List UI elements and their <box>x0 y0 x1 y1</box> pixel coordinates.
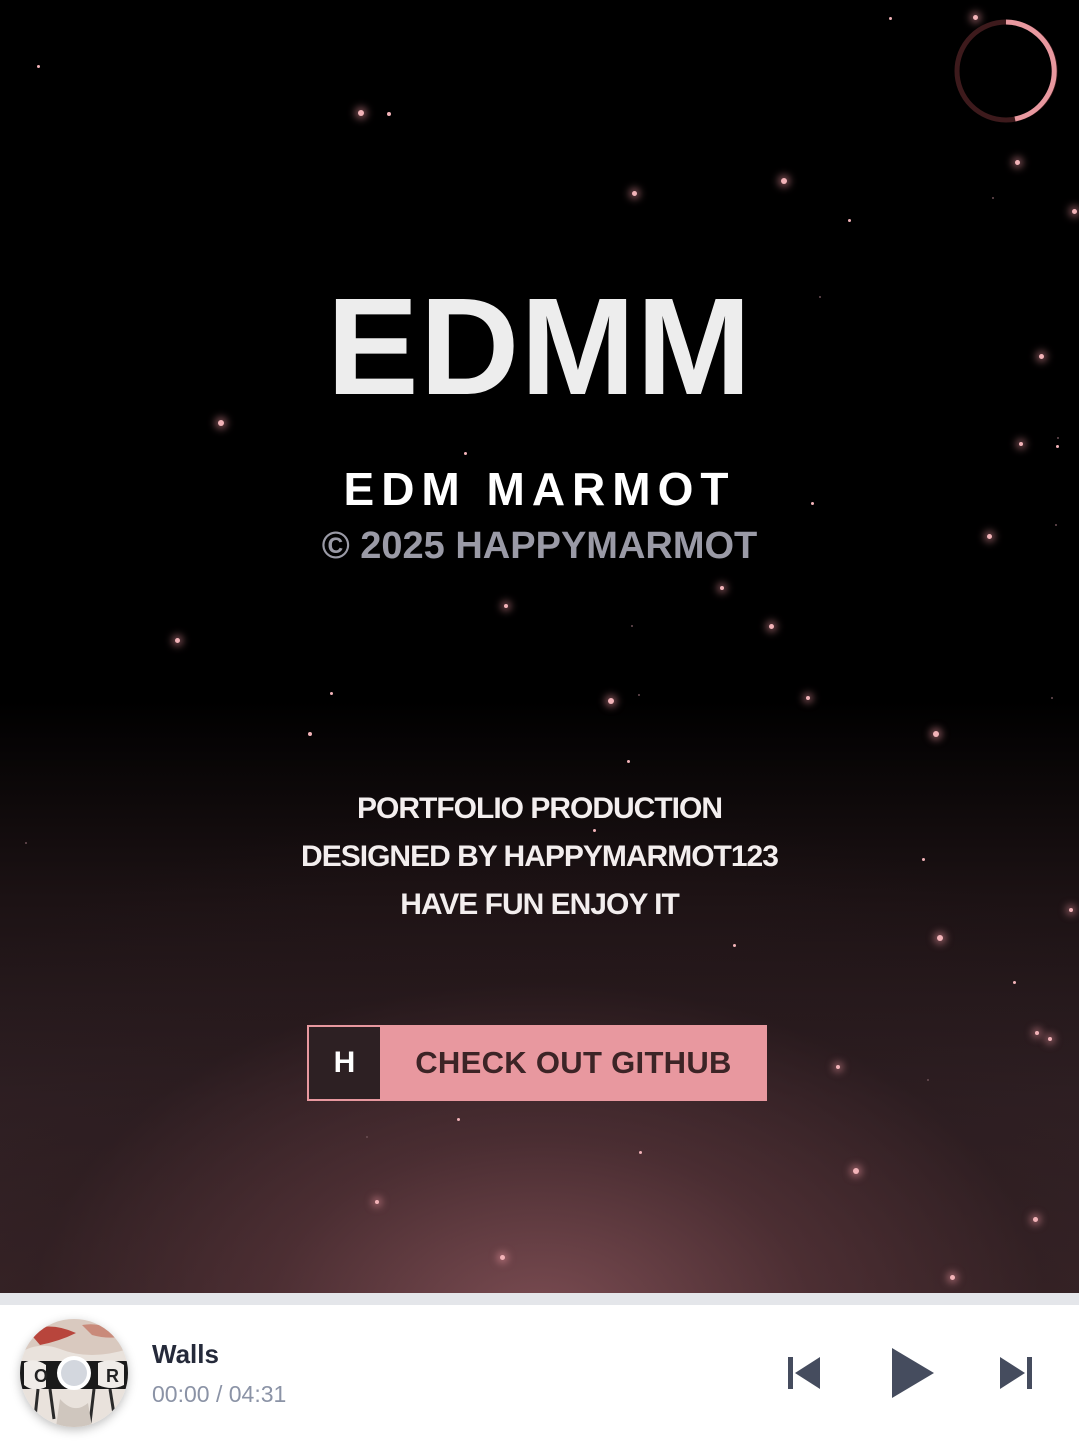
particle-dot <box>847 218 851 222</box>
site-subtitle: EDM MARMOT <box>343 463 736 515</box>
tagline: PORTFOLIO PRODUCTION DESIGNED BY HAPPYMA… <box>0 785 1079 929</box>
tagline-line: HAVE FUN ENJOY IT <box>400 888 680 921</box>
particle-dot <box>1057 437 1059 439</box>
particle-dot <box>1014 159 1020 165</box>
time-separator: / <box>215 1381 223 1407</box>
play-icon[interactable] <box>888 1346 936 1400</box>
progress-bar[interactable] <box>0 1293 1079 1305</box>
particle-dot <box>1035 1031 1039 1035</box>
particle-dot <box>504 604 508 608</box>
album-art: O R <box>20 1319 128 1427</box>
particle-dot <box>366 1136 368 1138</box>
particle-dot <box>631 190 637 196</box>
particle-dot <box>456 1117 460 1121</box>
particle-dot <box>174 637 180 643</box>
svg-text:O: O <box>34 1366 48 1386</box>
particle-dot <box>1048 1037 1052 1041</box>
copyright-text: © 2025 HAPPYMARMOT <box>321 525 758 567</box>
music-player: O R Walls 00:00 / 04:31 <box>0 1293 1079 1445</box>
github-button[interactable]: H CHECK OUT GITHUB <box>307 1025 767 1101</box>
particle-dot <box>375 1200 379 1204</box>
particle-dot <box>806 696 810 700</box>
hero-section: EDMM EDM MARMOT © 2025 HAPPYMARMOT PORTF… <box>0 0 1079 1293</box>
particle-dot <box>927 1079 929 1081</box>
particle-dot <box>638 694 640 696</box>
svg-text:R: R <box>106 1366 119 1386</box>
skip-next-icon[interactable] <box>998 1355 1034 1391</box>
particle-dot <box>499 1254 505 1260</box>
current-time: 00:00 <box>152 1381 210 1407</box>
track-title: Walls <box>152 1339 219 1369</box>
particle-dot <box>768 623 774 629</box>
particle-dot <box>329 691 333 695</box>
loading-ring-icon <box>954 19 1058 123</box>
particle-dot <box>992 197 994 199</box>
duration: 04:31 <box>228 1381 287 1407</box>
github-button-label: CHECK OUT GITHUB <box>380 1025 767 1101</box>
particle-dot <box>1012 980 1016 984</box>
particle-dot <box>1032 1216 1038 1222</box>
particle-dot <box>949 1274 955 1280</box>
particle-dot <box>1071 208 1077 214</box>
particle-dot <box>1055 444 1059 448</box>
particle-dot <box>387 112 391 116</box>
particle-dot <box>1051 697 1053 699</box>
particle-dot <box>933 731 939 737</box>
track-time: 00:00 / 04:31 <box>152 1381 286 1408</box>
particle-dot <box>732 943 736 947</box>
particle-dot <box>463 451 467 455</box>
particle-dot <box>888 16 892 20</box>
particle-dot <box>853 1168 859 1174</box>
tagline-line: PORTFOLIO PRODUCTION <box>357 792 723 825</box>
particle-dot <box>631 625 633 627</box>
particle-dot <box>638 1150 642 1154</box>
skip-previous-icon[interactable] <box>786 1355 822 1391</box>
particle-dot <box>626 759 630 763</box>
album-art-image: O R <box>20 1319 128 1427</box>
hotkey-badge: H <box>307 1025 380 1101</box>
site-title: EDMM <box>326 270 753 424</box>
particle-dot <box>1019 442 1023 446</box>
particle-dot <box>937 935 943 941</box>
particle-dot <box>608 698 614 704</box>
particle-dot <box>308 732 312 736</box>
particle-dot <box>358 110 364 116</box>
particle-dot <box>36 64 40 68</box>
tagline-line: DESIGNED BY HAPPYMARMOT123 <box>301 840 779 873</box>
particle-dot <box>720 586 724 590</box>
particle-dot <box>836 1065 840 1069</box>
particle-dot <box>781 178 787 184</box>
